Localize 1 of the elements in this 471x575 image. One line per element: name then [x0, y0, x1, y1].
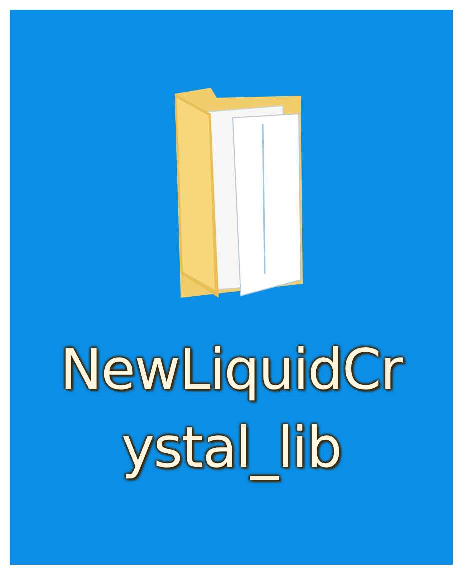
folder-label[interactable]: NewLiquidCr ystal_lib — [60, 332, 403, 488]
